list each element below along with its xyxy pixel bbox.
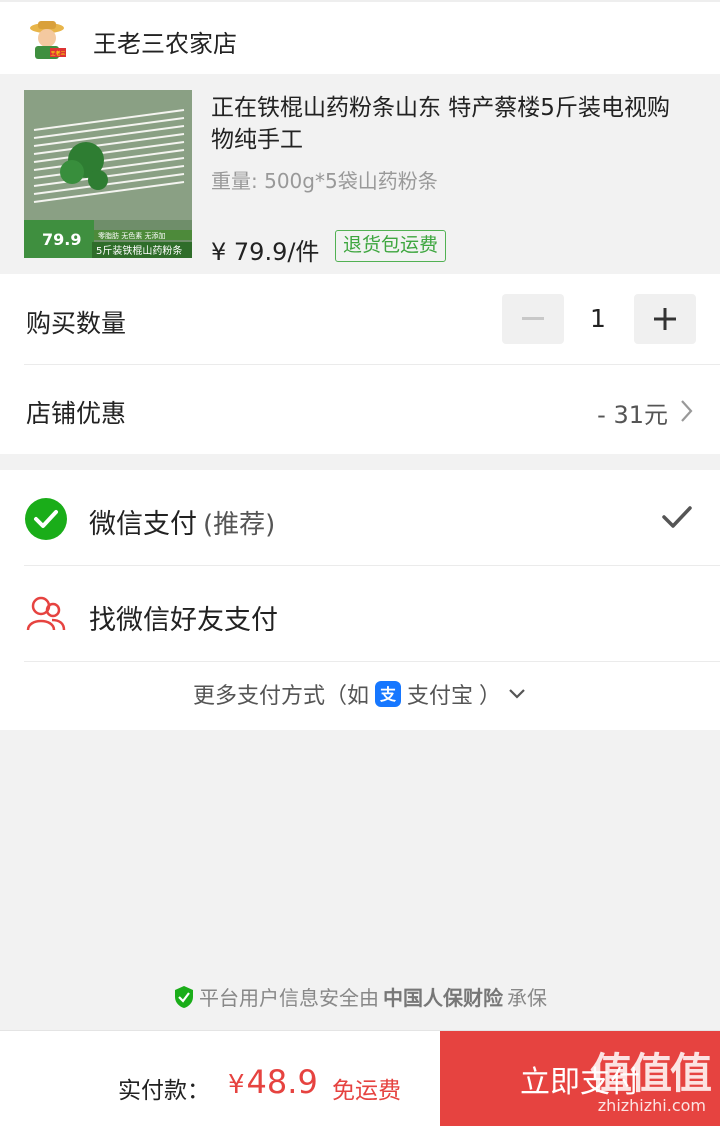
quantity-label: 购买数量 bbox=[26, 309, 127, 338]
alipay-icon: 支 bbox=[374, 681, 401, 707]
wechat-pay-text: 微信支付 bbox=[89, 509, 197, 540]
avatar-badge-text: 王老三 bbox=[50, 50, 65, 57]
check-icon bbox=[662, 506, 692, 528]
discount-value: - 31元 bbox=[597, 401, 668, 429]
product-thumbnail[interactable]: 79.9 零脂肪 无色素 无添加 5斤装铁棍山药粉条 bbox=[24, 90, 192, 258]
checkout-bar: 实付款： ¥48.9 免运费 立即支付 bbox=[0, 1030, 720, 1126]
friend-pay-label: 找微信好友支付 bbox=[89, 605, 278, 636]
quantity-minus-button[interactable] bbox=[502, 294, 564, 344]
more-pay-suffix: ） bbox=[479, 684, 502, 709]
free-shipping-text: 免运费 bbox=[332, 1078, 401, 1104]
total-label: 实付款： bbox=[118, 1078, 210, 1104]
minus-icon bbox=[522, 317, 544, 320]
shop-header[interactable]: 王老三 王老三农家店 bbox=[0, 0, 720, 74]
return-shipping-tag: 退货包运费 bbox=[335, 230, 447, 262]
wechat-pay-label: 微信支付 (推荐) bbox=[89, 502, 275, 541]
alipay-label: 支付宝 bbox=[406, 684, 473, 709]
product-card: 79.9 零脂肪 无色素 无添加 5斤装铁棍山药粉条 正在铁棍山药粉条山东 特产… bbox=[0, 74, 720, 274]
quantity-plus-button[interactable] bbox=[634, 294, 696, 344]
insurance-suffix: 承保 bbox=[507, 986, 547, 1010]
total-amount: ¥48.9 bbox=[228, 1063, 318, 1101]
thumb-price-text: 79.9 bbox=[42, 230, 81, 249]
recommend-text: (推荐) bbox=[203, 510, 276, 540]
payment-methods: 微信支付 (推荐) 找微信好友支付 更多支付方式（如 支 支付宝 ） bbox=[0, 470, 720, 730]
farmer-avatar-icon: 王老三 bbox=[30, 21, 66, 59]
shop-name[interactable]: 王老三农家店 bbox=[93, 24, 237, 59]
insurance-note: 平台用户信息安全由 中国人保财险 承保 bbox=[0, 982, 720, 1011]
total-amount-value: 48.9 bbox=[246, 1063, 318, 1101]
more-payment-options[interactable]: 更多支付方式（如 支 支付宝 ） bbox=[0, 678, 720, 710]
chevron-right-icon bbox=[681, 400, 693, 422]
product-price: ¥ 79.9/件 bbox=[211, 238, 320, 266]
friend-pay-icon bbox=[26, 596, 66, 631]
product-title[interactable]: 正在铁棍山药粉条山东 特产蔡楼5斤装电视购物纯手工 bbox=[211, 92, 691, 156]
product-spec: 重量: 500g*5袋山药粉条 bbox=[211, 169, 438, 193]
thumb-banner-text: 5斤装铁棍山药粉条 bbox=[96, 244, 182, 257]
divider bbox=[24, 661, 720, 662]
shield-check-icon bbox=[175, 985, 193, 1008]
divider bbox=[24, 565, 720, 566]
svg-text:支: 支 bbox=[379, 685, 397, 704]
thumb-badges-text: 零脂肪 无色素 无添加 bbox=[98, 231, 165, 240]
divider bbox=[24, 364, 720, 365]
currency-symbol: ¥ bbox=[228, 1070, 245, 1100]
insurance-prefix: 平台用户信息安全由 bbox=[199, 986, 379, 1010]
plus-icon bbox=[654, 308, 676, 330]
more-pay-prefix: 更多支付方式（如 bbox=[192, 684, 369, 709]
discount-label: 店铺优惠 bbox=[26, 399, 127, 428]
order-options: 购买数量 1 店铺优惠 - 31元 bbox=[0, 274, 720, 454]
wechat-pay-icon bbox=[25, 498, 67, 540]
chevron-down-icon bbox=[509, 689, 525, 699]
pay-now-button[interactable]: 立即支付 bbox=[440, 1031, 720, 1126]
quantity-value[interactable]: 1 bbox=[580, 304, 616, 333]
insurance-company: 中国人保财险 bbox=[383, 986, 503, 1010]
